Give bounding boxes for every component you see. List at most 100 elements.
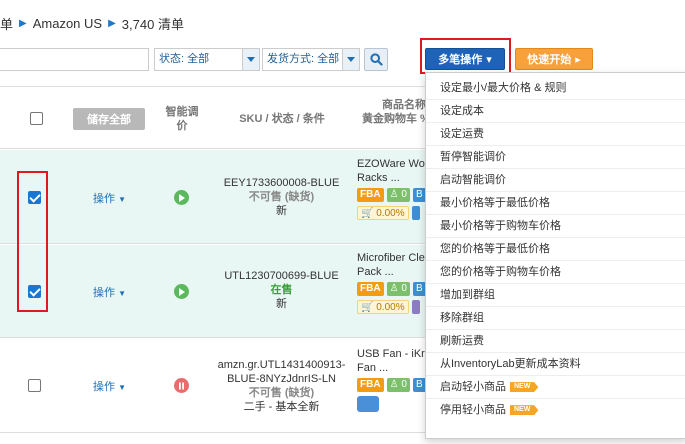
- search-input[interactable]: [0, 48, 149, 71]
- b-badge: B: [413, 188, 425, 203]
- user-icon: ♙: [389, 283, 399, 295]
- row-action-link[interactable]: 操作 ▼: [93, 284, 126, 300]
- user-icon: ♙: [389, 379, 399, 391]
- menu-item-price-eq-lowest[interactable]: 您的价格等于最低价格: [426, 238, 685, 261]
- next-row-peek: [357, 436, 425, 444]
- status-select-value: 状态: 全部: [159, 53, 210, 65]
- menu-item-start-repricing[interactable]: 启动智能调价: [426, 169, 685, 192]
- table-row: 操作 ▼ amzn.gr.UTL1431400913- BLUE-8NYzJdn…: [0, 339, 425, 433]
- product-title[interactable]: USB Fan - iKr: [357, 347, 425, 361]
- sku-cell: amzn.gr.UTL1431400913- BLUE-8NYzJdnrIS-L…: [210, 358, 353, 414]
- menu-item-label: 启动轻小商品: [440, 381, 506, 393]
- smart-pricing-pause-icon[interactable]: [174, 378, 189, 393]
- status-text: 不可售 (缺货): [248, 191, 315, 203]
- cart-icon: 🛒: [361, 208, 374, 220]
- fba-badge: FBA: [357, 188, 384, 203]
- table-header: 储存全部 智能调价 SKU / 状态 / 条件 商品名称 黄金购物车 %: [0, 86, 426, 149]
- row-action-link[interactable]: 操作 ▼: [93, 190, 126, 206]
- select-all-checkbox[interactable]: [30, 112, 43, 125]
- row-action-link[interactable]: 操作 ▼: [93, 378, 126, 394]
- save-all-button[interactable]: 储存全部: [73, 108, 145, 130]
- new-badge: NEW: [510, 382, 539, 393]
- menu-item-remove-group[interactable]: 移除群组: [426, 307, 685, 330]
- breadcrumb-part3: 3,740 清单: [121, 16, 184, 32]
- cart-icon: 🛒: [361, 302, 374, 314]
- product-cell: EZOWare Wo Racks ... FBA ♙ 0 B 🛒 0.00%: [357, 157, 425, 221]
- chevron-down-icon: ▼: [118, 383, 126, 392]
- menu-item-inventorylab-update[interactable]: 从InventoryLab更新成本资料: [426, 353, 685, 376]
- seller-count: 0: [401, 283, 407, 295]
- status-text: 在售: [270, 284, 293, 296]
- checkbox-highlight: [17, 171, 48, 312]
- b-badge: B: [413, 378, 425, 393]
- col-sku: SKU / 状态 / 条件: [239, 113, 325, 125]
- fba-badge: FBA: [357, 282, 384, 297]
- search-button[interactable]: [364, 48, 388, 71]
- row-checkbox[interactable]: [28, 379, 41, 392]
- menu-item-min-eq-buybox[interactable]: 最小价格等于购物车价格: [426, 215, 685, 238]
- menu-item-set-cost[interactable]: 设定成本: [426, 100, 685, 123]
- menu-item-enable-light-item[interactable]: 启动轻小商品 NEW: [426, 376, 685, 399]
- seller-count-badge: ♙ 0: [386, 282, 410, 297]
- col-buybox-pct: 黄金购物车 %: [362, 113, 425, 125]
- product-title-cont: Pack ...: [357, 266, 394, 278]
- search-icon: [369, 53, 383, 66]
- quick-start-label: 快速开始: [527, 54, 572, 66]
- chat-icon[interactable]: [411, 206, 421, 221]
- menu-item-refresh-shipping[interactable]: 刷新运费: [426, 330, 685, 353]
- user-icon: ♙: [389, 189, 399, 201]
- seller-count: 0: [401, 379, 407, 391]
- chevron-right-icon: ▶: [108, 17, 116, 29]
- new-badge: NEW: [510, 405, 539, 416]
- menu-item-pause-repricing[interactable]: 暂停智能调价: [426, 146, 685, 169]
- product-title-cont: Fan ...: [357, 362, 389, 374]
- sku-cell: UTL1230700699-BLUE 在售 新: [210, 269, 353, 311]
- sku-text[interactable]: amzn.gr.UTL1431400913-: [210, 358, 353, 372]
- smart-pricing-play-icon[interactable]: [174, 190, 189, 205]
- product-title[interactable]: Microfiber Cle: [357, 251, 425, 265]
- menu-item-min-eq-lowest[interactable]: 最小价格等于最低价格: [426, 192, 685, 215]
- quick-start-button[interactable]: 快速开始 ▸: [515, 48, 593, 70]
- status-text: 不可售 (缺货): [248, 387, 315, 399]
- row-action-label: 操作: [93, 287, 115, 299]
- buybox-pct: 0.00%: [376, 208, 405, 220]
- chevron-down-icon: [242, 49, 259, 70]
- col-product-name: 商品名称: [382, 99, 426, 111]
- menu-item-set-shipping[interactable]: 设定运费: [426, 123, 685, 146]
- row-action-label: 操作: [93, 193, 115, 205]
- smart-pricing-play-icon[interactable]: [174, 284, 189, 299]
- product-cell: USB Fan - iKr Fan ... FBA ♙ 0 B: [357, 347, 425, 413]
- menu-item-price-eq-buybox[interactable]: 您的价格等于购物车价格: [426, 261, 685, 284]
- condition-text: 新: [276, 298, 287, 310]
- bulk-action-button[interactable]: 多笔操作 ▾: [425, 48, 505, 70]
- chevron-down-icon: ▾: [486, 53, 492, 66]
- breadcrumb-part1[interactable]: 单: [0, 14, 13, 33]
- menu-item-set-min-max[interactable]: 设定最小/最大价格 & 规则: [426, 77, 685, 100]
- condition-text: 新: [276, 205, 287, 217]
- breadcrumb: 单 ▶ Amazon US ▶ 3,740 清单: [0, 14, 184, 32]
- seller-count-badge: ♙ 0: [386, 188, 410, 203]
- sku-text[interactable]: EEY1733600008-BLUE: [210, 176, 353, 190]
- breadcrumb-part2[interactable]: Amazon US: [33, 16, 102, 31]
- menu-item-add-group[interactable]: 增加到群组: [426, 284, 685, 307]
- chat-icon[interactable]: [357, 396, 379, 413]
- menu-item-label: 停用轻小商品: [440, 404, 506, 416]
- chat-icon[interactable]: [411, 300, 421, 315]
- chevron-right-icon: ▶: [19, 17, 27, 29]
- table-row: 操作 ▼ UTL1230700699-BLUE 在售 新 Microfiber …: [0, 245, 425, 338]
- menu-item-disable-light-item[interactable]: 停用轻小商品 NEW: [426, 399, 685, 422]
- seller-count: 0: [401, 189, 407, 201]
- table-row: 操作 ▼ EEY1733600008-BLUE 不可售 (缺货) 新 EZOWa…: [0, 150, 425, 244]
- fba-badge: FBA: [357, 378, 384, 393]
- chevron-down-icon: ▼: [118, 195, 126, 204]
- chevron-right-icon: ▸: [575, 53, 581, 66]
- b-badge: B: [413, 282, 425, 297]
- sku-text[interactable]: UTL1230700699-BLUE: [210, 269, 353, 283]
- sku-cell: EEY1733600008-BLUE 不可售 (缺货) 新: [210, 176, 353, 218]
- seller-count-badge: ♙ 0: [386, 378, 410, 393]
- bulk-action-menu: 设定最小/最大价格 & 规则 设定成本 设定运费 暂停智能调价 启动智能调价 最…: [425, 72, 685, 439]
- chevron-down-icon: ▼: [118, 289, 126, 298]
- shipping-select[interactable]: 发货方式: 全部: [262, 48, 360, 71]
- status-select[interactable]: 状态: 全部: [154, 48, 260, 71]
- product-title[interactable]: EZOWare Wo: [357, 157, 425, 171]
